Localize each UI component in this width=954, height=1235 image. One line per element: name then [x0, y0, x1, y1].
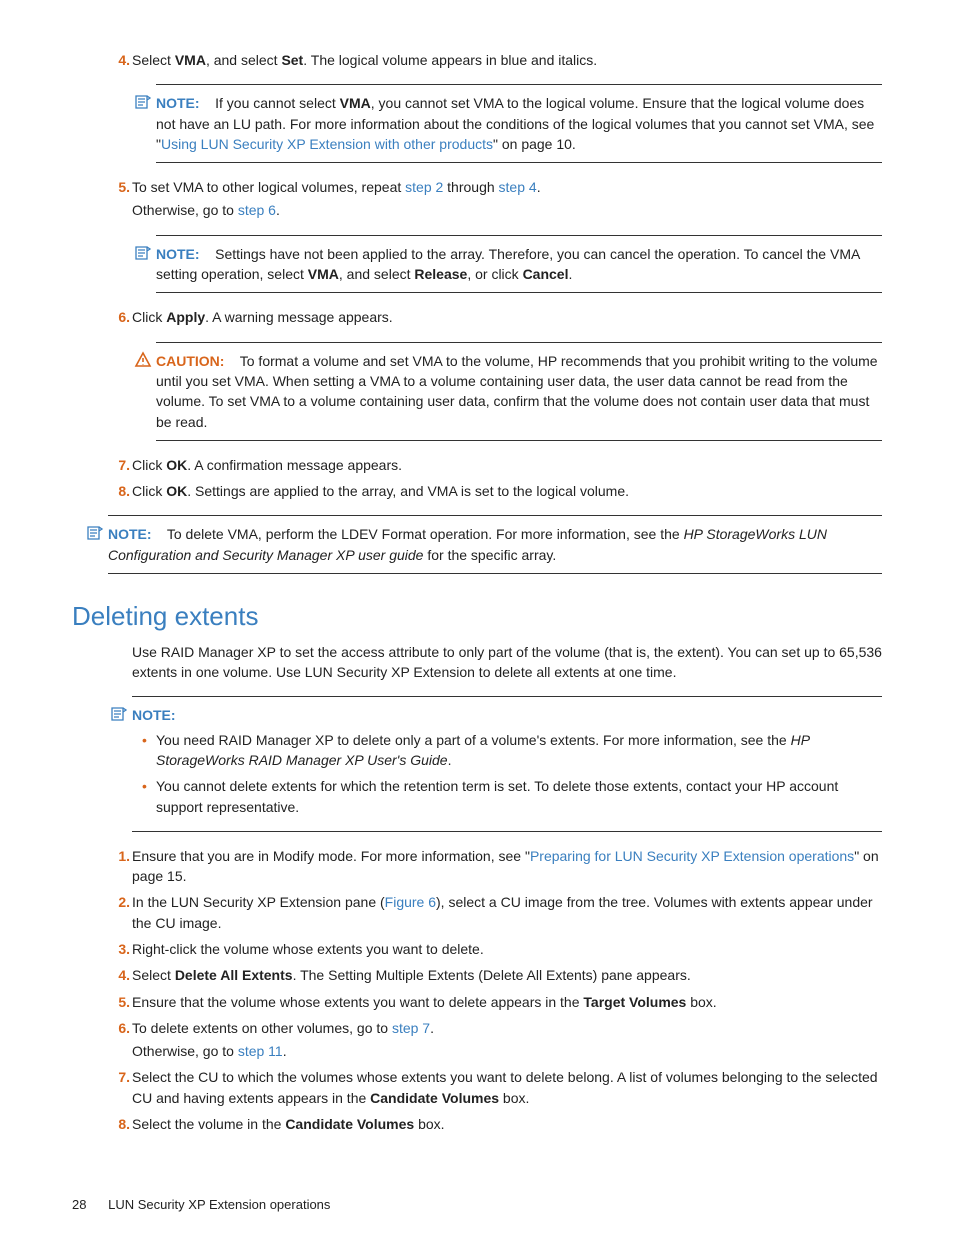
step-text: To delete extents on other volumes, go t…: [132, 1020, 434, 1036]
step-text: Select Delete All Extents. The Setting M…: [132, 967, 691, 983]
step-text: Select the CU to which the volumes whose…: [132, 1069, 878, 1105]
step-5: 5. Ensure that the volume whose extents …: [132, 992, 882, 1012]
step-number: 2.: [108, 892, 130, 912]
step-6: 6. Click Apply. A warning message appear…: [132, 307, 882, 440]
step-number: 6.: [108, 307, 130, 327]
step-1: 1. Ensure that you are in Modify mode. F…: [132, 846, 882, 887]
step-number: 5.: [108, 992, 130, 1012]
note-icon: [134, 93, 152, 111]
step-number: 3.: [108, 939, 130, 959]
xref-link[interactable]: Using LUN Security XP Extension with oth…: [161, 136, 493, 152]
step-text: To set VMA to other logical volumes, rep…: [132, 179, 541, 195]
step-number: 6.: [108, 1018, 130, 1038]
step-7: 7. Select the CU to which the volumes wh…: [132, 1067, 882, 1108]
step-5: 5. To set VMA to other logical volumes, …: [132, 177, 882, 293]
step-number: 4.: [108, 965, 130, 985]
step-number: 1.: [108, 846, 130, 866]
caution-text: To format a volume and set VMA to the vo…: [156, 353, 878, 430]
note-admonition: NOTE: You need RAID Manager XP to delete…: [132, 696, 882, 831]
page-footer: 28 LUN Security XP Extension operations: [72, 1196, 330, 1215]
page-number: 28: [72, 1197, 86, 1212]
step-subtext: Otherwise, go to step 11.: [132, 1041, 882, 1061]
note-label: NOTE:: [156, 246, 200, 262]
caution-admonition: CAUTION: To format a volume and set VMA …: [156, 342, 882, 441]
step-subtext: Otherwise, go to step 6.: [132, 200, 882, 220]
note-admonition: NOTE: Settings have not been applied to …: [156, 235, 882, 294]
step-number: 8.: [108, 481, 130, 501]
section-heading: Deleting extents: [72, 598, 882, 636]
step-text: Select VMA, and select Set. The logical …: [132, 52, 597, 68]
step-7: 7. Click OK. A confirmation message appe…: [132, 455, 882, 475]
step-number: 4.: [108, 50, 130, 70]
step-3: 3. Right-click the volume whose extents …: [132, 939, 882, 959]
list-item: You need RAID Manager XP to delete only …: [156, 730, 882, 771]
section-intro: Use RAID Manager XP to set the access at…: [132, 642, 882, 683]
xref-link[interactable]: step 11: [238, 1043, 283, 1059]
note-admonition: NOTE: If you cannot select VMA, you cann…: [156, 84, 882, 163]
step-text: Click OK. A confirmation message appears…: [132, 457, 402, 473]
note-icon: [86, 524, 104, 542]
xref-link[interactable]: step 7: [392, 1020, 430, 1036]
step-text: Ensure that the volume whose extents you…: [132, 994, 717, 1010]
list-item: You cannot delete extents for which the …: [156, 776, 882, 817]
note-text: To delete VMA, perform the LDEV Format o…: [108, 526, 827, 562]
step-8: 8. Click OK. Settings are applied to the…: [132, 481, 882, 501]
step-6: 6. To delete extents on other volumes, g…: [132, 1018, 882, 1062]
note-text: Settings have not been applied to the ar…: [156, 246, 860, 282]
note-label: NOTE:: [108, 526, 152, 542]
xref-link[interactable]: Preparing for LUN Security XP Extension …: [530, 848, 854, 864]
caution-label: CAUTION:: [156, 353, 224, 369]
caution-icon: [134, 351, 152, 369]
step-text: Right-click the volume whose extents you…: [132, 941, 484, 957]
step-4: 4. Select Delete All Extents. The Settin…: [132, 965, 882, 985]
step-text: Click OK. Settings are applied to the ar…: [132, 483, 629, 499]
xref-link[interactable]: Figure 6: [385, 894, 436, 910]
step-text: In the LUN Security XP Extension pane (F…: [132, 894, 873, 930]
note-icon: [134, 244, 152, 262]
step-text: Select the volume in the Candidate Volum…: [132, 1116, 445, 1132]
step-number: 7.: [108, 1067, 130, 1087]
step-8: 8. Select the volume in the Candidate Vo…: [132, 1114, 882, 1134]
step-text: Ensure that you are in Modify mode. For …: [132, 848, 879, 884]
step-2: 2. In the LUN Security XP Extension pane…: [132, 892, 882, 933]
xref-link[interactable]: step 6: [238, 202, 276, 218]
note-icon: [110, 705, 128, 723]
procedure-steps-delete: 1. Ensure that you are in Modify mode. F…: [72, 846, 882, 1135]
note-bullet-list: You need RAID Manager XP to delete only …: [132, 730, 882, 817]
note-admonition: NOTE: To delete VMA, perform the LDEV Fo…: [108, 515, 882, 574]
step-number: 8.: [108, 1114, 130, 1134]
procedure-steps-vma: 4. Select VMA, and select Set. The logic…: [72, 50, 882, 501]
footer-title: LUN Security XP Extension operations: [108, 1197, 330, 1212]
note-label: NOTE:: [156, 95, 200, 111]
note-text: If you cannot select VMA, you cannot set…: [156, 95, 874, 152]
xref-link[interactable]: step 4: [499, 179, 537, 195]
note-label: NOTE:: [132, 707, 176, 723]
step-number: 5.: [108, 177, 130, 197]
step-4: 4. Select VMA, and select Set. The logic…: [132, 50, 882, 163]
xref-link[interactable]: step 2: [405, 179, 443, 195]
step-number: 7.: [108, 455, 130, 475]
step-text: Click Apply. A warning message appears.: [132, 309, 393, 325]
